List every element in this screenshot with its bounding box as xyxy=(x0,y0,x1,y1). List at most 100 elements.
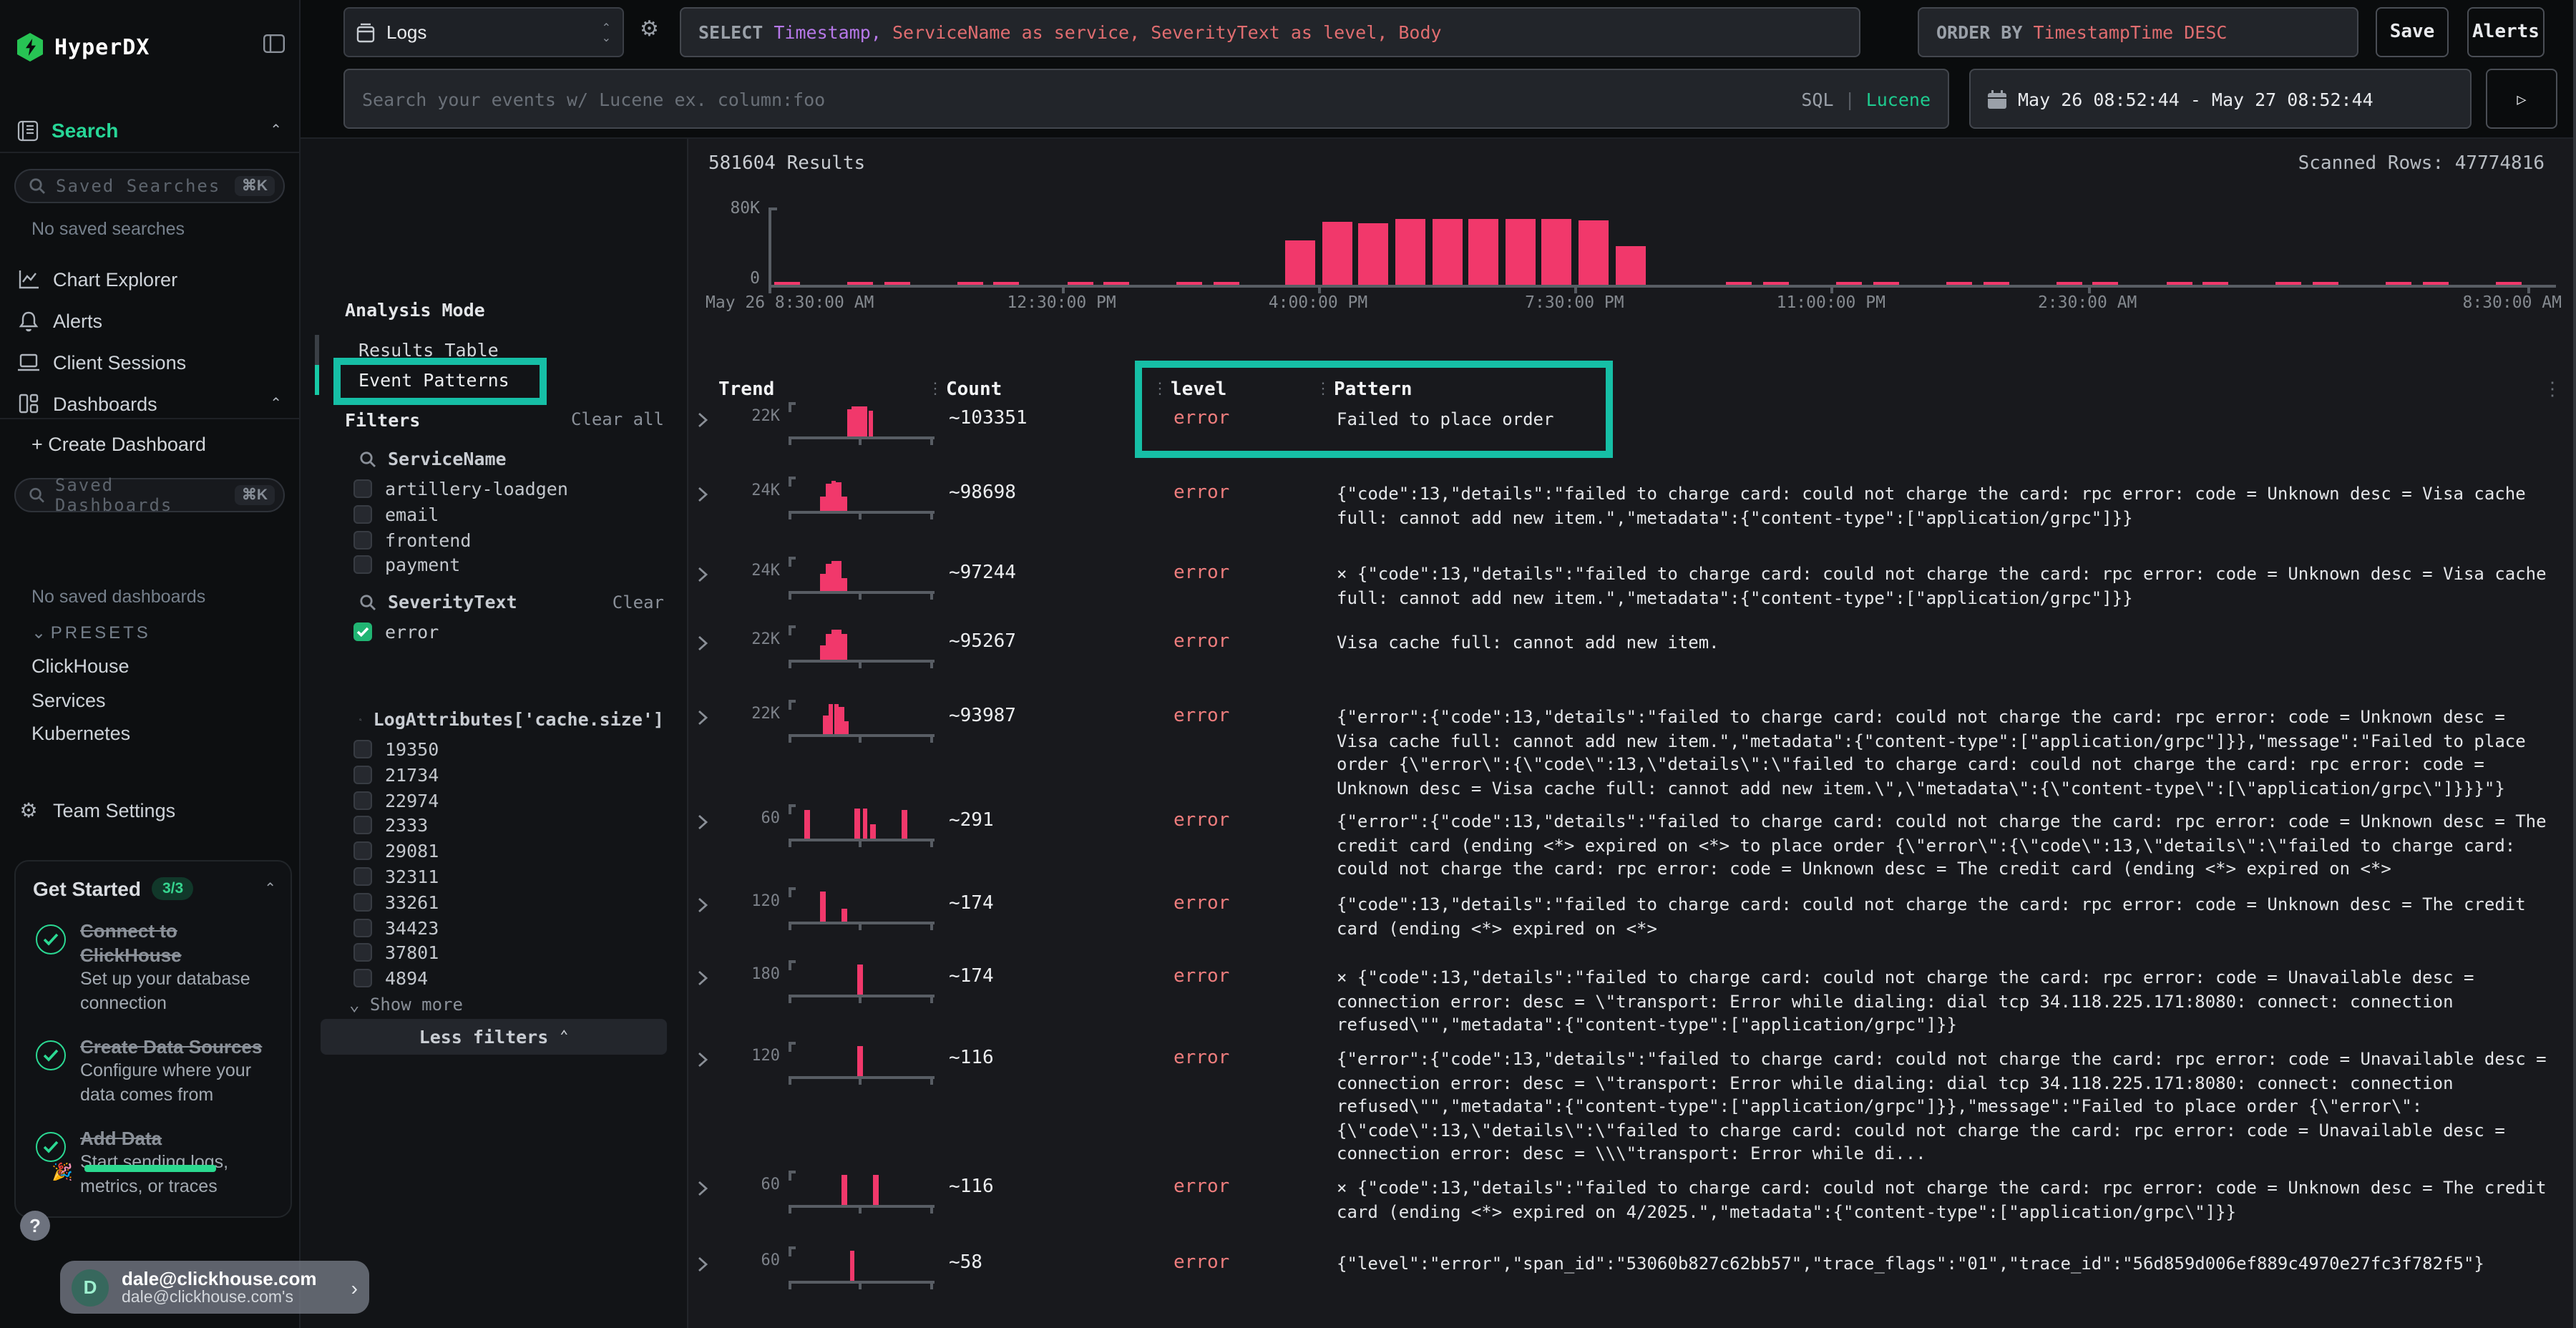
lucene-mode-toggle[interactable]: Lucene xyxy=(1866,88,1931,109)
histogram-bar[interactable] xyxy=(1468,218,1498,285)
less-filters-button[interactable]: Less filters ⌃ xyxy=(321,1019,667,1055)
filter-checkbox-row[interactable]: 22974 xyxy=(353,788,439,812)
histogram-bar[interactable] xyxy=(1285,241,1315,285)
checkbox-checked[interactable] xyxy=(353,622,372,641)
user-account-chip[interactable]: D dale@clickhouse.com dale@clickhouse.co… xyxy=(60,1261,369,1314)
expand-row-chevron-icon[interactable] xyxy=(697,894,708,920)
sidebar-item-preset-kubernetes[interactable]: Kubernetes xyxy=(31,723,130,744)
filter-checkbox-row[interactable]: 21734 xyxy=(353,763,439,787)
histogram-bar[interactable] xyxy=(1615,246,1645,285)
filter-checkbox-row[interactable]: frontend xyxy=(353,527,471,552)
pattern-text[interactable]: Failed to place order xyxy=(1337,408,2553,431)
analysis-mode-event-patterns[interactable]: Event Patterns xyxy=(315,365,650,395)
get-started-item[interactable]: Create Data SourcesConfigure where your … xyxy=(33,1035,276,1108)
chevron-up-icon[interactable]: ⌃ xyxy=(264,881,276,897)
checkbox-unchecked[interactable] xyxy=(353,530,372,549)
histogram-bar[interactable] xyxy=(1322,221,1352,285)
select-query-input[interactable]: SELECT Timestamp, ServiceName as service… xyxy=(680,7,1860,57)
column-header-level[interactable]: level xyxy=(1171,379,1226,401)
sql-mode-toggle[interactable]: SQL xyxy=(1801,88,1833,109)
clear-all-button[interactable]: Clear all xyxy=(571,409,664,429)
column-drag-handle[interactable]: ⋮ xyxy=(1152,379,1168,398)
sidebar-item-dashboards[interactable]: Dashboards⌃ xyxy=(17,389,282,418)
filter-checkbox-row[interactable]: 19350 xyxy=(353,737,439,761)
checkbox-unchecked[interactable] xyxy=(353,969,372,987)
help-button[interactable]: ? xyxy=(20,1211,50,1241)
filter-checkbox-row[interactable]: 33261 xyxy=(353,890,439,914)
filter-checkbox-row[interactable]: email xyxy=(353,502,439,527)
checkbox-unchecked[interactable] xyxy=(353,893,372,912)
filter-checkbox-row[interactable]: artillery-loadgen xyxy=(353,477,568,501)
histogram-bar[interactable] xyxy=(1432,220,1462,285)
expand-row-chevron-icon[interactable] xyxy=(697,967,708,993)
filter-checkbox-row[interactable]: 4894 xyxy=(353,966,428,990)
save-button[interactable]: Save xyxy=(2376,7,2449,57)
filter-checkbox-row[interactable]: error xyxy=(353,620,439,644)
checkbox-unchecked[interactable] xyxy=(353,505,372,524)
sidebar-item-search[interactable]: Search ⌃ xyxy=(17,117,282,143)
pattern-text[interactable]: Visa cache full: cannot add new item. xyxy=(1337,631,2553,655)
alerts-button[interactable]: Alerts xyxy=(2467,7,2545,57)
checkbox-unchecked[interactable] xyxy=(353,791,372,809)
expand-row-chevron-icon[interactable] xyxy=(697,1049,708,1075)
checkbox-unchecked[interactable] xyxy=(353,479,372,498)
create-dashboard-button[interactable]: + Create Dashboard xyxy=(31,434,206,455)
checkbox-unchecked[interactable] xyxy=(353,740,372,758)
pattern-text[interactable]: {"code":13,"details":"failed to charge c… xyxy=(1337,482,2553,529)
pattern-text[interactable]: {"code":13,"details":"failed to charge c… xyxy=(1337,893,2553,940)
expand-row-chevron-icon[interactable] xyxy=(697,1178,708,1204)
date-range-picker[interactable]: May 26 08:52:44 - May 27 08:52:44 xyxy=(1969,69,2472,129)
column-header-count[interactable]: Count xyxy=(946,379,1002,401)
histogram-bar[interactable] xyxy=(1395,220,1425,285)
pattern-text[interactable]: {"error":{"code":13,"details":"failed to… xyxy=(1337,810,2553,881)
table-menu-icon[interactable]: ⋮ xyxy=(2543,379,2562,401)
saved-searches-input[interactable]: Saved Searches ⌘K xyxy=(14,169,285,203)
expand-row-chevron-icon[interactable] xyxy=(697,633,708,658)
filter-checkbox-row[interactable]: 2333 xyxy=(353,814,428,838)
source-settings-gear-icon[interactable]: ⚙ xyxy=(640,16,659,42)
expand-row-chevron-icon[interactable] xyxy=(697,564,708,590)
pattern-text[interactable]: × {"code":13,"details":"failed to charge… xyxy=(1337,1176,2553,1224)
filter-checkbox-row[interactable]: 37801 xyxy=(353,941,439,965)
sidebar-item-client-sessions[interactable]: Client Sessions xyxy=(17,348,282,376)
checkbox-unchecked[interactable] xyxy=(353,556,372,575)
checkbox-unchecked[interactable] xyxy=(353,816,372,835)
run-query-button[interactable]: ▷ xyxy=(2486,69,2557,129)
expand-row-chevron-icon[interactable] xyxy=(697,811,708,837)
checkbox-unchecked[interactable] xyxy=(353,867,372,886)
analysis-mode-results-table[interactable]: Results Table xyxy=(315,335,650,365)
column-drag-handle[interactable]: ⋮ xyxy=(1315,379,1331,398)
column-header-trend[interactable]: Trend xyxy=(718,379,774,401)
collapse-sidebar-icon[interactable] xyxy=(263,34,285,60)
show-more-button[interactable]: ⌄ Show more xyxy=(349,995,463,1015)
sidebar-item-alerts[interactable]: Alerts xyxy=(17,306,282,335)
column-header-pattern[interactable]: Pattern xyxy=(1334,379,1413,401)
order-by-input[interactable]: ORDER BY TimestampTime DESC xyxy=(1918,7,2358,57)
filter-checkbox-row[interactable]: 34423 xyxy=(353,915,439,939)
expand-row-chevron-icon[interactable] xyxy=(697,1254,708,1279)
column-drag-handle[interactable]: ⋮ xyxy=(927,379,943,398)
histogram-bar[interactable] xyxy=(1579,220,1609,285)
sidebar-item-preset-services[interactable]: Services xyxy=(31,690,106,711)
checkbox-unchecked[interactable] xyxy=(353,841,372,860)
expand-row-chevron-icon[interactable] xyxy=(697,707,708,733)
sidebar-item-team-settings[interactable]: ⚙ Team Settings xyxy=(17,796,282,824)
presets-toggle[interactable]: ⌄ PRESETS xyxy=(31,622,151,643)
saved-dashboards-input[interactable]: Saved Dashboards ⌘K xyxy=(14,478,285,512)
source-select[interactable]: Logs ⌃⌄ xyxy=(343,7,624,57)
pattern-text[interactable]: × {"code":13,"details":"failed to charge… xyxy=(1337,562,2553,610)
histogram-bar[interactable] xyxy=(1542,218,1572,285)
checkbox-unchecked[interactable] xyxy=(353,918,372,937)
pattern-text[interactable]: {"error":{"code":13,"details":"failed to… xyxy=(1337,1048,2553,1166)
expand-row-chevron-icon[interactable] xyxy=(697,484,708,509)
events-histogram[interactable]: 80K0May 26 8:30:00 AM12:30:00 PM4:00:00 … xyxy=(688,139,2576,318)
filter-checkbox-row[interactable]: payment xyxy=(353,553,460,577)
sidebar-item-preset-clickhouse[interactable]: ClickHouse xyxy=(31,655,130,677)
checkbox-unchecked[interactable] xyxy=(353,766,372,784)
chevron-up-icon[interactable]: ⌃ xyxy=(270,122,282,138)
get-started-item[interactable]: Connect to ClickHouseSet up your databas… xyxy=(33,919,276,1016)
histogram-bar[interactable] xyxy=(1506,220,1536,285)
pattern-text[interactable]: {"level":"error","span_id":"53060b827c62… xyxy=(1337,1252,2553,1276)
scrollbar[interactable] xyxy=(2573,0,2576,1328)
sidebar-item-chart-explorer[interactable]: Chart Explorer xyxy=(17,265,282,293)
